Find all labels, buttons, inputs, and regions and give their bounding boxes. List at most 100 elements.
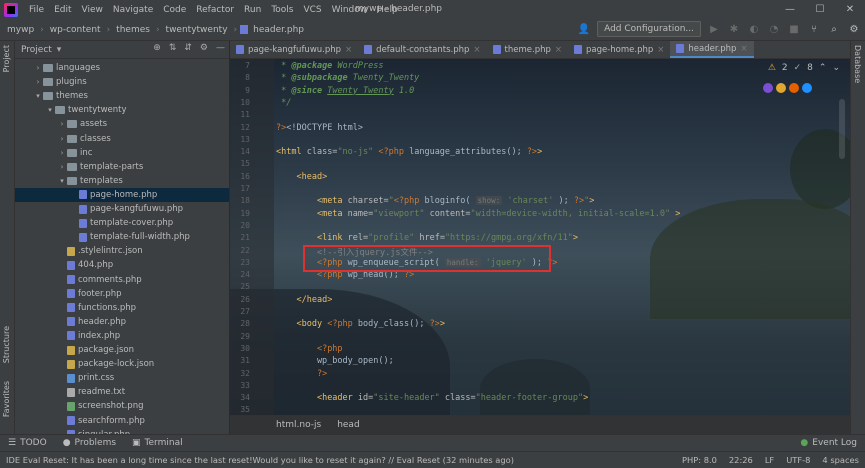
tree-item[interactable]: ▾ themes	[15, 89, 229, 103]
menu-refactor[interactable]: Refactor	[191, 5, 239, 15]
tree-item[interactable]: 404.php	[15, 258, 229, 272]
settings-gear-icon[interactable]: ⚙	[847, 22, 861, 36]
profile-icon[interactable]: ◔	[767, 22, 781, 36]
tree-item[interactable]: › languages	[15, 61, 229, 75]
tree-item[interactable]: footer.php	[15, 287, 229, 301]
collapse-arrow-icon[interactable]: ›	[33, 78, 43, 86]
options-gear-icon[interactable]: ⚙	[200, 43, 208, 53]
expand-all-icon[interactable]: ⇅	[169, 43, 177, 53]
code-line[interactable]: <meta name="viewport" content="width=dev…	[276, 209, 680, 219]
tree-item[interactable]: template-cover.php	[15, 216, 229, 230]
tab-theme-php[interactable]: theme.php ×	[487, 41, 568, 58]
edge-icon[interactable]	[802, 83, 812, 93]
breadcrumb-item[interactable]: themes	[113, 25, 153, 35]
menu-edit[interactable]: Edit	[49, 5, 76, 15]
coverage-icon[interactable]: ◐	[747, 22, 761, 36]
event-log-button[interactable]: ● Event Log	[792, 438, 865, 448]
close-window-button[interactable]: ✕	[835, 0, 865, 19]
project-tool-tab[interactable]: Project	[2, 45, 11, 72]
code-line[interactable]: wp_body_open();	[276, 356, 394, 366]
tree-item[interactable]: › classes	[15, 132, 229, 146]
menu-navigate[interactable]: Navigate	[108, 5, 158, 15]
maximize-button[interactable]: ☐	[805, 0, 835, 19]
tree-item[interactable]: ▾ templates	[15, 174, 229, 188]
tree-item[interactable]: print.css	[15, 371, 229, 385]
debug-icon[interactable]: ✱	[727, 22, 741, 36]
breadcrumb-item[interactable]: mywp	[4, 25, 37, 35]
tree-item[interactable]: › template-parts	[15, 160, 229, 174]
tree-item[interactable]: comments.php	[15, 273, 229, 287]
locate-icon[interactable]: ⊕	[153, 43, 161, 53]
expand-arrow-icon[interactable]: ▾	[57, 177, 67, 185]
code-line[interactable]: <link rel="profile" href="https://gmpg.o…	[276, 233, 578, 243]
breadcrumb-item[interactable]: header.php	[250, 25, 307, 35]
todo-tool-button[interactable]: ☰ TODO	[0, 438, 55, 448]
prev-highlight-icon[interactable]: ⌃	[819, 63, 827, 73]
indent-setting[interactable]: 4 spaces	[822, 455, 859, 465]
code-line[interactable]: * @package WordPress	[276, 61, 383, 71]
tree-item[interactable]: package-lock.json	[15, 357, 229, 371]
breadcrumb-item[interactable]: twentytwenty	[163, 25, 231, 35]
expand-arrow-icon[interactable]: ▾	[33, 92, 43, 100]
problems-tool-button[interactable]: ● Problems	[55, 438, 124, 448]
collapse-arrow-icon[interactable]: ›	[33, 64, 43, 72]
menu-run[interactable]: Run	[239, 5, 266, 15]
phpstorm-browser-icon[interactable]	[763, 83, 773, 93]
terminal-tool-button[interactable]: ▣ Terminal	[124, 438, 191, 448]
code-line[interactable]: <head>	[276, 172, 327, 182]
chevron-down-icon[interactable]: ▾	[57, 45, 62, 55]
chrome-icon[interactable]	[776, 83, 786, 93]
close-tab-icon[interactable]: ×	[345, 45, 352, 55]
tree-item[interactable]: screenshot.png	[15, 399, 229, 413]
database-tool-tab[interactable]: Database	[853, 45, 862, 83]
status-message[interactable]: IDE Eval Reset: It has been a long time …	[0, 455, 682, 465]
add-configuration-button[interactable]: Add Configuration...	[597, 21, 701, 37]
file-encoding[interactable]: UTF-8	[786, 455, 810, 465]
tree-item[interactable]: header.php	[15, 315, 229, 329]
tree-item[interactable]: › assets	[15, 117, 229, 131]
expand-arrow-icon[interactable]: ▾	[45, 106, 55, 114]
inspection-widget[interactable]: ⚠ 2 ✓ 8 ⌃ ⌄	[768, 63, 840, 73]
tree-item[interactable]: package.json	[15, 343, 229, 357]
stop-icon[interactable]: ■	[787, 22, 801, 36]
code-line[interactable]: * @subpackage Twenty_Twenty	[276, 73, 419, 83]
code-line[interactable]: <header id="site-header" class="header-f…	[276, 393, 588, 403]
close-tab-icon[interactable]: ×	[473, 45, 480, 55]
tree-item[interactable]: index.php	[15, 329, 229, 343]
tab-page-home-php[interactable]: page-home.php ×	[568, 41, 670, 58]
tree-item[interactable]: readme.txt	[15, 385, 229, 399]
tree-item[interactable]: › plugins	[15, 75, 229, 89]
structure-tool-tab[interactable]: Structure	[2, 326, 11, 363]
collapse-all-icon[interactable]: ⇵	[184, 43, 192, 53]
close-tab-icon[interactable]: ×	[740, 44, 747, 54]
firefox-icon[interactable]	[789, 83, 799, 93]
run-icon[interactable]: ▶	[707, 22, 721, 36]
project-view-selector[interactable]: Project	[21, 45, 52, 55]
close-tab-icon[interactable]: ×	[555, 45, 562, 55]
collapse-arrow-icon[interactable]: ›	[57, 149, 67, 157]
menu-view[interactable]: View	[77, 5, 108, 15]
code-line[interactable]: <meta charset="<?php bloginfo( show: 'ch…	[276, 196, 594, 206]
minimize-button[interactable]: —	[775, 0, 805, 19]
tree-item[interactable]: › inc	[15, 146, 229, 160]
breadcrumb-item[interactable]: wp-content	[47, 25, 104, 35]
tree-item[interactable]: functions.php	[15, 301, 229, 315]
tree-item[interactable]: ▾ twentytwenty	[15, 103, 229, 117]
code-line[interactable]: <?php	[276, 344, 343, 354]
tab-page-kangfufuwu-php[interactable]: page-kangfufuwu.php ×	[230, 41, 358, 58]
php-version[interactable]: PHP: 8.0	[682, 455, 717, 465]
collapse-arrow-icon[interactable]: ›	[57, 163, 67, 171]
user-icon[interactable]: 👤	[577, 22, 591, 36]
menu-file[interactable]: File	[24, 5, 49, 15]
code-line[interactable]: <html class="no-js" <?php language_attri…	[276, 147, 542, 157]
tree-item[interactable]: searchform.php	[15, 414, 229, 428]
code-line[interactable]: </head>	[276, 295, 332, 305]
editor-scrollbar[interactable]	[839, 99, 845, 159]
line-separator[interactable]: LF	[765, 455, 774, 465]
caret-position[interactable]: 22:26	[729, 455, 753, 465]
code-line[interactable]: <body <?php body_class(); ?>>	[276, 319, 444, 329]
tree-item[interactable]: page-home.php	[15, 187, 229, 202]
tab-header-php[interactable]: header.php ×	[670, 41, 754, 58]
code-line[interactable]: ?>	[276, 369, 327, 379]
code-line[interactable]: */	[276, 98, 291, 108]
